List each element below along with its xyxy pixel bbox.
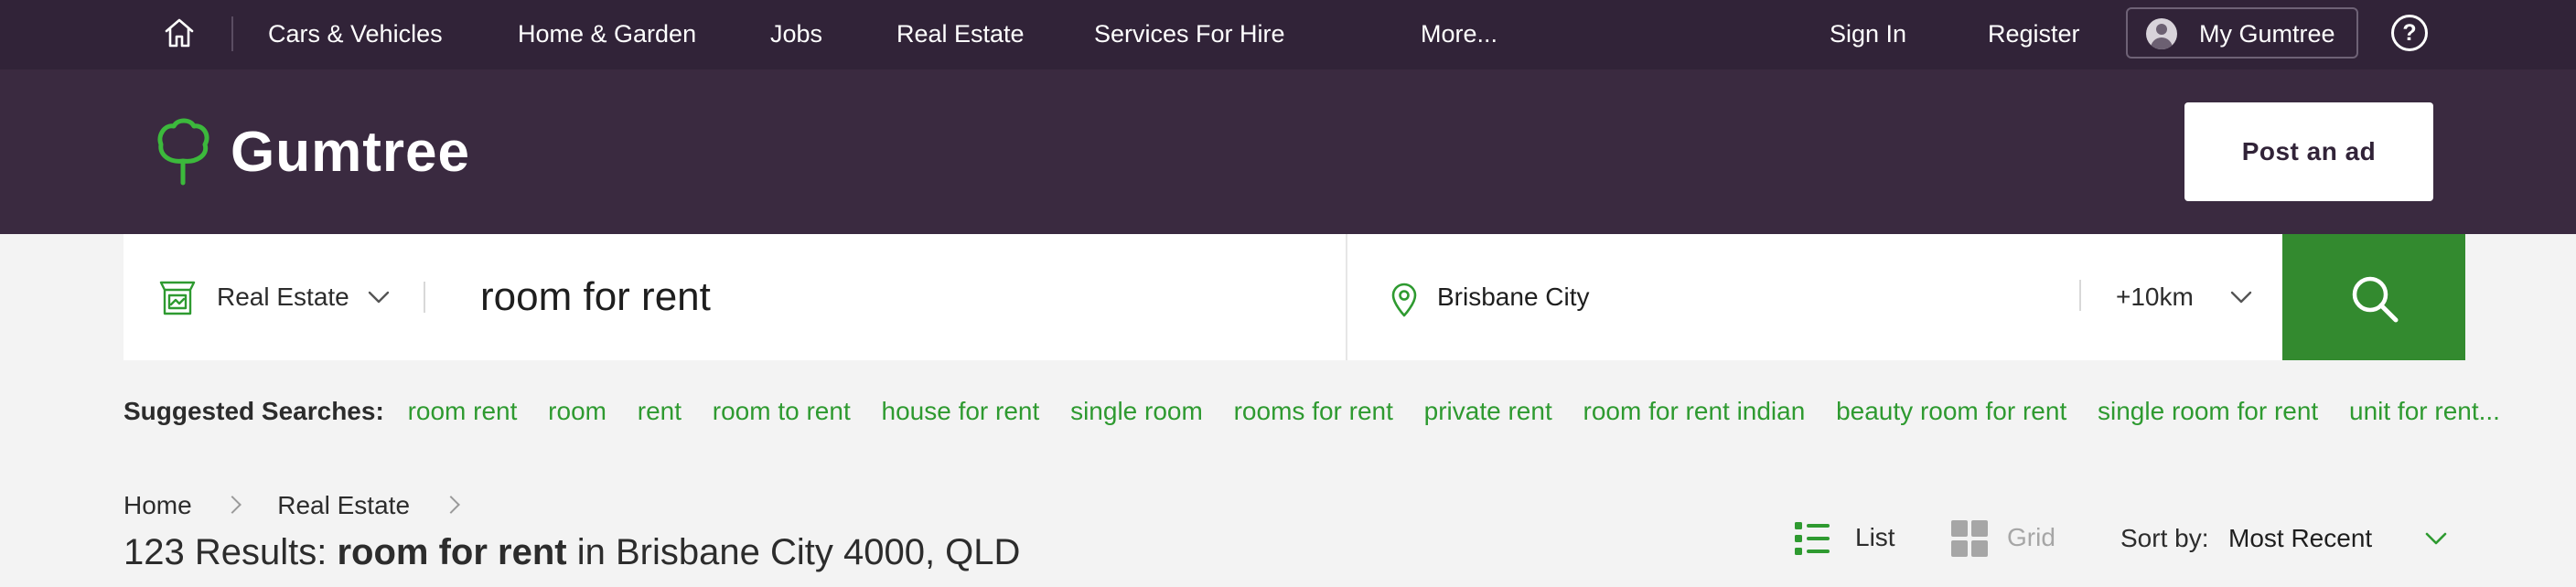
my-gumtree-button[interactable]: My Gumtree (2126, 7, 2358, 59)
suggested-link[interactable]: room to rent (713, 397, 851, 425)
category-select[interactable]: Real Estate (123, 234, 425, 360)
nav-cars-vehicles[interactable]: Cars & Vehicles (268, 16, 443, 51)
help-icon[interactable]: ? (2391, 15, 2428, 51)
results-term: room for rent (337, 532, 567, 572)
chevron-right-icon (441, 496, 460, 514)
my-gumtree-label: My Gumtree (2199, 20, 2335, 48)
chevron-down-icon (368, 291, 390, 304)
real-estate-icon (159, 281, 196, 315)
sort-label: Sort by: (2120, 524, 2209, 552)
nav-services-for-hire[interactable]: Services For Hire (1094, 16, 1285, 51)
tree-logo-icon (157, 118, 209, 186)
divider (424, 282, 425, 313)
grid-view-label: Grid (2007, 523, 2055, 551)
search-bar: Real Estate +10km (123, 234, 2465, 360)
search-button[interactable] (2282, 234, 2465, 360)
chevron-right-icon (223, 496, 242, 514)
chevron-down-icon (2230, 291, 2252, 304)
suggested-searches: Suggested Searches: room rent room rent … (123, 393, 2524, 430)
home-icon[interactable] (161, 15, 198, 51)
divider (2079, 280, 2081, 311)
suggested-link[interactable]: single room for rent (2098, 397, 2318, 425)
suggested-link[interactable]: rent (638, 397, 682, 425)
results-in: in (576, 532, 606, 572)
grid-icon (1951, 520, 1988, 557)
chevron-down-icon (2425, 532, 2447, 545)
search-icon (2352, 276, 2399, 323)
list-icon (1795, 522, 1830, 555)
avatar-icon (2146, 18, 2177, 49)
category-label: Real Estate (217, 283, 349, 311)
suggested-link[interactable]: room for rent indian (1583, 397, 1806, 425)
logo-wordmark: Gumtree (231, 121, 470, 184)
location-pin-icon (1391, 283, 1417, 317)
nav-home-garden[interactable]: Home & Garden (518, 16, 696, 51)
breadcrumb: Home Real Estate (123, 488, 488, 523)
radius-label: +10km (2116, 283, 2194, 311)
register-link[interactable]: Register (1988, 16, 2080, 51)
nav-jobs[interactable]: Jobs (770, 16, 822, 51)
suggested-link[interactable]: beauty room for rent (1836, 397, 2066, 425)
nav-divider (231, 16, 233, 51)
top-nav: Cars & Vehicles Home & Garden Jobs Real … (0, 0, 2576, 69)
suggested-link[interactable]: room (548, 397, 606, 425)
suggested-link[interactable]: unit for rent... (2349, 397, 2500, 425)
location-input[interactable] (1437, 276, 2169, 318)
suggested-link[interactable]: house for rent (882, 397, 1040, 425)
nav-real-estate[interactable]: Real Estate (896, 16, 1025, 51)
sign-in-link[interactable]: Sign In (1830, 16, 1906, 51)
suggested-title: Suggested Searches: (123, 397, 384, 425)
site-header: Gumtree Post an ad (0, 69, 2576, 234)
suggested-link[interactable]: room rent (408, 397, 518, 425)
divider (1346, 234, 1347, 360)
results-location: Brisbane City 4000, QLD (615, 532, 1021, 572)
results-heading: 123 Results: room for rent in Brisbane C… (123, 530, 1020, 574)
suggested-link[interactable]: single room (1070, 397, 1203, 425)
sort-value: Most Recent (2228, 524, 2373, 552)
sort-select[interactable]: Most Recent (2228, 518, 2448, 560)
nav-more[interactable]: More... (1421, 16, 1497, 51)
suggested-link[interactable]: rooms for rent (1234, 397, 1393, 425)
search-input[interactable] (480, 265, 1358, 329)
suggested-link[interactable]: private rent (1424, 397, 1552, 425)
results-count: 123 Results: (123, 532, 327, 572)
breadcrumb-real-estate[interactable]: Real Estate (277, 491, 410, 519)
post-ad-button[interactable]: Post an ad (2184, 102, 2433, 201)
list-view-label: List (1855, 523, 1895, 551)
breadcrumb-home[interactable]: Home (123, 491, 192, 519)
